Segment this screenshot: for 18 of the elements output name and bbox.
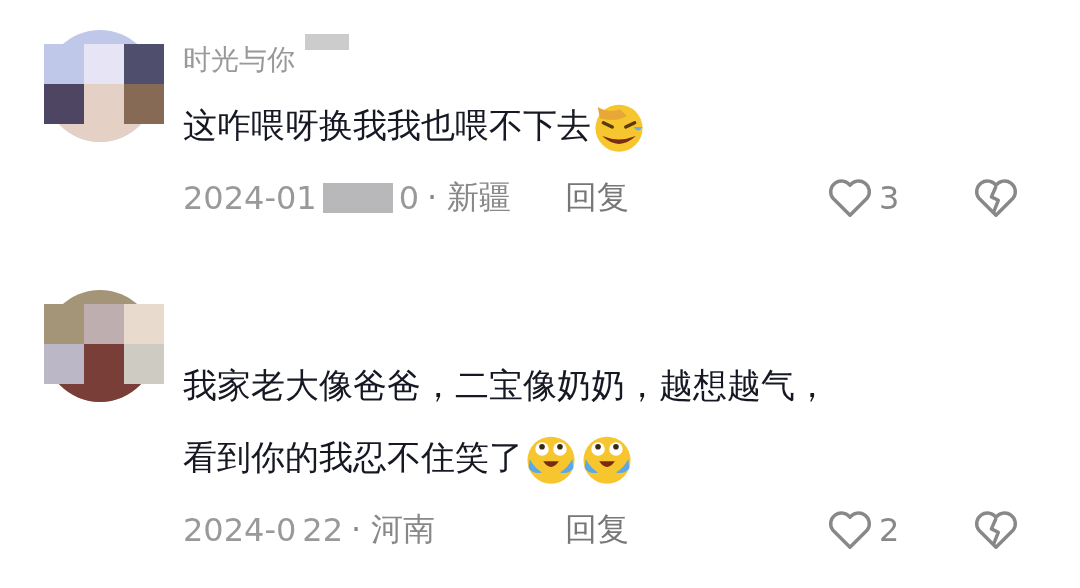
comment-date: 22 bbox=[302, 511, 344, 549]
heart-icon[interactable] bbox=[827, 177, 873, 219]
username[interactable]: 时光与你 bbox=[183, 41, 295, 79]
reply-button[interactable]: 回复 bbox=[565, 508, 827, 552]
location-label: · 河南 bbox=[351, 509, 436, 550]
heart-icon[interactable] bbox=[827, 509, 873, 551]
broken-heart-icon[interactable] bbox=[973, 509, 1019, 551]
comment-text: 看到你的我忍不住笑了 bbox=[183, 436, 523, 479]
comment-text: 这咋喂呀换我我也喂不下去 bbox=[183, 104, 591, 147]
comment-date: 0 bbox=[398, 179, 420, 217]
comment-date: 2024-0 bbox=[183, 511, 297, 549]
location-label: · 新疆 bbox=[427, 177, 512, 218]
reply-button[interactable]: 回复 bbox=[565, 176, 827, 220]
like-count: 2 bbox=[879, 511, 900, 549]
comment-text: 我家老大像爸爸，二宝像奶奶，越想越气， bbox=[183, 364, 829, 407]
broken-heart-icon[interactable] bbox=[973, 177, 1019, 219]
comment-date: 2024-01 bbox=[183, 179, 317, 217]
like-count: 3 bbox=[879, 179, 900, 217]
